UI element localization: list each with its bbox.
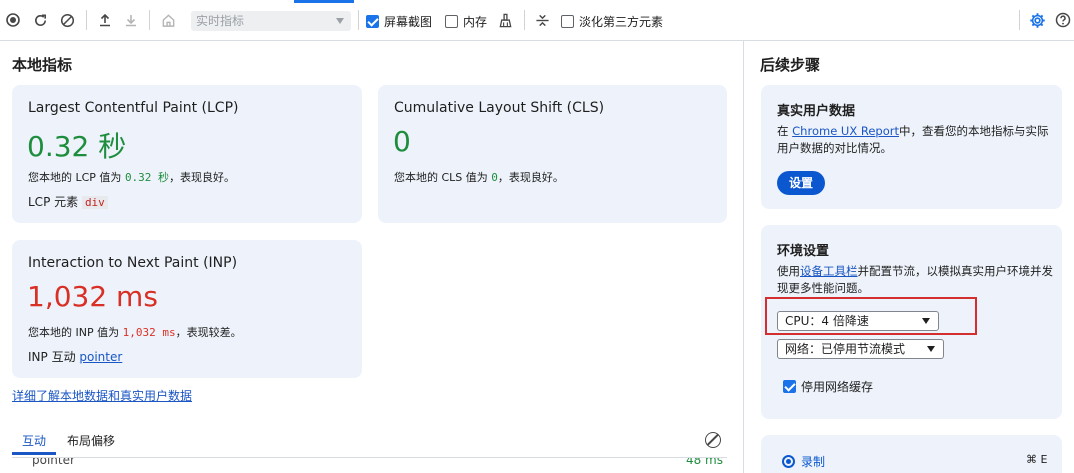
field-data-card: 真实用户数据 在 Chrome UX Report中，查看您的本地指标与实际用户… — [761, 85, 1062, 209]
table-row[interactable]: pointer 48 ms — [12, 457, 727, 473]
lcp-value: 0.32 秒 — [27, 130, 127, 163]
home-icon[interactable] — [158, 10, 178, 30]
toolbar-divider — [1019, 10, 1020, 30]
dim-third-party-label: 淡化第三方元素 — [579, 15, 664, 29]
lcp-element-node[interactable]: div — [81, 196, 108, 209]
tab-layout-shifts[interactable]: 布局偏移 — [67, 432, 115, 449]
view-select-value: 实时指标 — [196, 14, 245, 28]
download-icon[interactable] — [121, 10, 141, 30]
highlight-box — [765, 297, 977, 335]
cls-value: 0 — [393, 125, 411, 158]
chevron-down-icon — [927, 346, 935, 352]
collapse-icon[interactable] — [532, 10, 552, 30]
network-throttling-value: 网络：已停用节流模式 — [785, 342, 906, 356]
checkbox-checked-icon[interactable] — [366, 15, 379, 28]
chevron-down-icon — [336, 18, 344, 24]
settings-gear-icon[interactable] — [1027, 10, 1047, 30]
toolbar-divider — [149, 10, 150, 30]
cls-card: Cumulative Layout Shift (CLS) 0 您本地的 CLS… — [378, 85, 727, 223]
view-select[interactable]: 实时指标 — [191, 11, 351, 31]
record-icon[interactable] — [3, 10, 23, 30]
tab-interactions[interactable]: 互动 — [22, 432, 46, 449]
environment-settings-text: 使用设备工具栏并配置节流，以模拟真实用户环境并发现更多性能问题。 — [777, 264, 1053, 295]
learn-more-link[interactable]: 详细了解本地数据和真实用户数据 — [12, 387, 192, 404]
clear-icon[interactable] — [57, 10, 77, 30]
lcp-element: LCP 元素 div — [28, 193, 108, 210]
cls-title: Cumulative Layout Shift (CLS) — [394, 100, 605, 116]
interaction-duration: 48 ms — [685, 457, 723, 467]
details-tabs: 互动 布局偏移 — [12, 427, 727, 457]
cls-description: 您本地的 CLS 值为 0，表现良好。 — [394, 171, 564, 184]
help-icon[interactable] — [1053, 10, 1073, 30]
inp-title: Interaction to Next Paint (INP) — [28, 255, 238, 271]
toolbar: 实时指标 屏幕截图 内存 淡化第三方元素 — [0, 0, 1074, 41]
lcp-description: 您本地的 LCP 值为 0.32 秒，表现良好。 — [28, 171, 236, 184]
checkbox-checked-icon[interactable] — [783, 380, 796, 393]
lcp-card: Largest Contentful Paint (LCP) 0.32 秒 您本… — [12, 85, 362, 223]
checkbox-unchecked-icon[interactable] — [445, 15, 458, 28]
toolbar-divider — [358, 10, 359, 30]
next-steps-heading: 后续步骤 — [760, 56, 821, 74]
disable-cache-label: 停用网络缓存 — [801, 380, 874, 394]
record-icon — [782, 455, 795, 468]
field-data-title: 真实用户数据 — [777, 104, 856, 119]
active-tab-indicator — [294, 0, 354, 3]
local-metrics-panel: 本地指标 Largest Contentful Paint (LCP) 0.32… — [0, 41, 743, 473]
screenshots-label: 屏幕截图 — [384, 15, 433, 29]
memory-label: 内存 — [463, 15, 488, 29]
inp-interaction-link[interactable]: pointer — [79, 350, 122, 364]
record-shortcut: ⌘ E — [1026, 453, 1048, 466]
reload-icon[interactable] — [30, 10, 50, 30]
toolbar-divider — [86, 10, 87, 30]
disable-cache-checkbox[interactable]: 停用网络缓存 — [783, 378, 873, 395]
setup-button[interactable]: 设置 — [777, 171, 826, 195]
upload-icon[interactable] — [95, 10, 115, 30]
network-throttling-select[interactable]: 网络：已停用节流模式 — [777, 339, 944, 359]
broom-icon[interactable] — [495, 10, 515, 30]
inp-value: 1,032 ms — [27, 280, 158, 313]
device-toolbar-link[interactable]: 设备工具栏 — [800, 264, 858, 278]
screenshots-checkbox[interactable]: 屏幕截图 — [366, 13, 432, 30]
crux-link[interactable]: Chrome UX Report — [792, 124, 899, 138]
memory-checkbox[interactable]: 内存 — [445, 13, 487, 30]
record-label: 录制 — [801, 455, 826, 469]
field-data-text: 在 Chrome UX Report中，查看您的本地指标与实际用户数据的对比情况… — [777, 124, 1049, 155]
inp-card: Interaction to Next Paint (INP) 1,032 ms… — [12, 240, 362, 378]
clear-log-icon[interactable] — [705, 432, 721, 448]
inp-interaction: INP 互动 pointer — [28, 350, 123, 364]
checkbox-unchecked-icon[interactable] — [561, 15, 574, 28]
dim-third-party-checkbox[interactable]: 淡化第三方元素 — [561, 13, 663, 30]
record-button[interactable]: 录制 — [782, 453, 825, 470]
active-tab-underline — [12, 452, 56, 455]
toolbar-divider — [524, 10, 525, 30]
lcp-title: Largest Contentful Paint (LCP) — [28, 100, 239, 116]
next-steps-sidebar: 后续步骤 真实用户数据 在 Chrome UX Report中，查看您的本地指标… — [743, 41, 1074, 473]
inp-description: 您本地的 INP 值为 1,032 ms，表现较差。 — [28, 326, 242, 339]
local-metrics-heading: 本地指标 — [12, 56, 73, 74]
environment-settings-title: 环境设置 — [777, 244, 830, 259]
interaction-name: pointer — [32, 457, 75, 467]
